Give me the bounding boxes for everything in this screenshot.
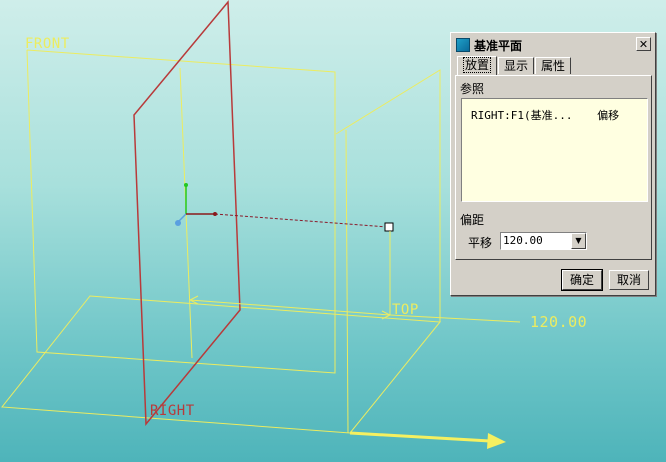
- cancel-button[interactable]: 取消: [609, 270, 649, 290]
- references-list[interactable]: RIGHT:F1(基准... 偏移: [461, 98, 648, 202]
- offset-direction-arrow[interactable]: [349, 431, 506, 449]
- new-plane-outline: [133, 0, 241, 426]
- y-axis-tip: [184, 183, 188, 187]
- tab-placement[interactable]: 放置: [457, 56, 498, 75]
- coordinate-triad: [175, 183, 217, 226]
- dialog-titlebar[interactable]: 基准平面 ✕: [453, 35, 653, 55]
- right-plane-edge-b: [335, 69, 441, 322]
- offset-value-readout[interactable]: 120.00: [530, 313, 587, 331]
- front-plane-label: FRONT: [25, 36, 70, 52]
- dialog-tabs: 放置 显示 属性: [457, 56, 572, 75]
- right-plane-label: RIGHT: [150, 403, 195, 419]
- ok-button[interactable]: 确定: [561, 269, 603, 291]
- close-icon: ✕: [638, 38, 649, 51]
- offset-drag-line: [214, 213, 388, 228]
- tab-display[interactable]: 显示: [498, 57, 535, 74]
- right-plane-edge-c: [345, 129, 349, 434]
- datum-plane-dialog: 基准平面 ✕ 放置 显示 属性 参照 RIGHT:F1(基准... 偏移 偏距 …: [450, 32, 656, 296]
- reference-name: RIGHT:F1(基准...: [471, 109, 573, 122]
- z-axis-tip: [175, 220, 181, 226]
- dimension-line: [189, 299, 391, 316]
- offset-value-text[interactable]: 120.00: [503, 234, 543, 247]
- offset-section-label: 偏距: [460, 213, 485, 227]
- offset-drag-handle[interactable]: [384, 222, 394, 232]
- chevron-down-icon[interactable]: ▼: [571, 233, 586, 249]
- tab-properties[interactable]: 属性: [535, 57, 572, 74]
- datum-plane-icon: [456, 38, 470, 52]
- reference-constraint[interactable]: 偏移: [597, 109, 619, 122]
- dialog-title: 基准平面: [474, 38, 523, 53]
- translate-label: 平移: [468, 236, 493, 250]
- top-plane-label: TOP: [392, 302, 419, 318]
- offset-value-combobox[interactable]: 120.00 ▼: [500, 232, 587, 250]
- placement-panel: 参照 RIGHT:F1(基准... 偏移 偏距 平移 120.00 ▼: [455, 75, 652, 260]
- references-label: 参照: [460, 82, 485, 96]
- reference-item[interactable]: RIGHT:F1(基准... 偏移: [471, 107, 619, 123]
- close-button[interactable]: ✕: [636, 37, 651, 51]
- right-datum-plane: [179, 67, 441, 434]
- new-datum-plane: [133, 0, 241, 426]
